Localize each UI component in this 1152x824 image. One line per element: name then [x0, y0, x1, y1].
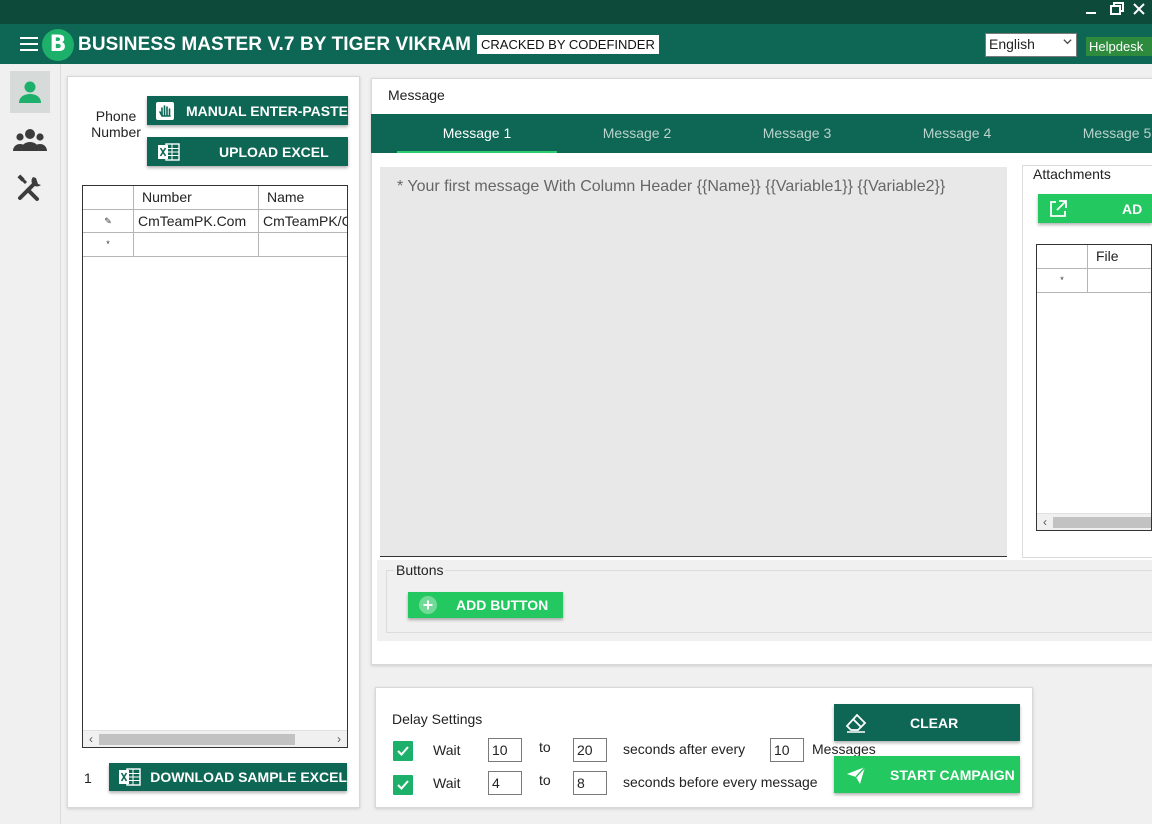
- manual-enter-paste-label: MANUAL ENTER-PASTE: [185, 102, 348, 119]
- add-attachment-button[interactable]: AD: [1038, 194, 1152, 223]
- message-textarea[interactable]: * Your first message With Column Header …: [380, 167, 1007, 557]
- add-button-label: ADD BUTTON: [456, 597, 549, 613]
- tab-message-1[interactable]: Message 1: [397, 114, 557, 153]
- message-tabs: Message 1 Message 2 Message 3 Message 4 …: [371, 114, 1152, 153]
- clear-label: CLEAR: [910, 714, 959, 731]
- tab-message-5[interactable]: Message 5: [1037, 114, 1152, 153]
- buttons-label: Buttons: [394, 562, 446, 578]
- tools-icon: [17, 174, 41, 201]
- language-select[interactable]: English: [985, 33, 1077, 57]
- scroll-thumb[interactable]: [99, 734, 295, 745]
- delay-after-checkbox[interactable]: [393, 741, 413, 761]
- row-count: 1: [84, 770, 92, 786]
- attachments-label: Attachments: [1031, 166, 1113, 182]
- delay-after-max-input[interactable]: 20: [573, 738, 607, 762]
- attachments-grid[interactable]: File * ‹: [1036, 244, 1152, 531]
- to-label: to: [539, 772, 551, 788]
- add-button-button[interactable]: ADD BUTTON: [408, 592, 563, 618]
- minimize-icon[interactable]: [1080, 2, 1102, 19]
- excel-icon: [155, 142, 183, 161]
- close-icon[interactable]: [1128, 2, 1150, 19]
- seconds-before-every-message-label: seconds before every message: [623, 774, 818, 790]
- table-cell-name-new[interactable]: [259, 233, 347, 257]
- manual-enter-paste-button[interactable]: MANUAL ENTER-PASTE: [147, 96, 348, 125]
- messages-label: Messages: [812, 741, 876, 757]
- helpdesk-link[interactable]: Helpdesk: [1086, 37, 1152, 56]
- excel-icon: [117, 768, 142, 786]
- external-link-icon: [1044, 199, 1072, 219]
- delay-before-min-input[interactable]: 4: [488, 771, 522, 795]
- hand-icon: [155, 101, 176, 121]
- delay-before-checkbox[interactable]: [393, 775, 413, 795]
- column-header-file[interactable]: File: [1088, 245, 1151, 269]
- phone-number-label: Phone Number: [91, 108, 141, 140]
- tab-message-3[interactable]: Message 3: [717, 114, 877, 153]
- plus-circle-icon: [414, 595, 442, 615]
- row-header-new[interactable]: *: [1037, 269, 1088, 293]
- upload-excel-button[interactable]: UPLOAD EXCEL: [147, 137, 348, 166]
- nav-item-tools[interactable]: [10, 167, 50, 209]
- scroll-right-icon[interactable]: ›: [331, 731, 347, 747]
- app-logo: B: [42, 29, 74, 61]
- checkmark-icon: [397, 780, 409, 790]
- scroll-left-icon[interactable]: ‹: [1037, 514, 1053, 530]
- add-attachment-label: AD: [1122, 200, 1143, 217]
- column-header-number[interactable]: Number: [134, 186, 259, 210]
- horizontal-scrollbar[interactable]: ‹ ›: [83, 730, 347, 747]
- eraser-icon: [842, 713, 870, 733]
- person-icon: [19, 81, 41, 103]
- checkmark-icon: [397, 746, 409, 756]
- nav-item-contacts[interactable]: [10, 71, 50, 113]
- start-campaign-button[interactable]: START CAMPAIGN: [834, 756, 1020, 793]
- table-cell-file[interactable]: [1088, 269, 1151, 293]
- message-header: Message: [388, 87, 445, 103]
- wait-label: Wait: [433, 742, 461, 758]
- grid-corner: [83, 186, 134, 210]
- message-count-input[interactable]: 10: [770, 738, 804, 762]
- to-label: to: [539, 739, 551, 755]
- column-header-name[interactable]: Name: [259, 186, 347, 210]
- download-sample-excel-button[interactable]: DOWNLOAD SAMPLE EXCEL: [109, 763, 347, 791]
- upload-excel-label: UPLOAD EXCEL: [219, 143, 329, 160]
- language-value: English: [989, 36, 1035, 52]
- horizontal-scrollbar[interactable]: ‹: [1037, 513, 1151, 530]
- app-title: BUSINESS MASTER V.7 BY TIGER VIKRAM: [78, 34, 472, 55]
- group-icon: [13, 129, 47, 151]
- wait-label: Wait: [433, 775, 461, 791]
- scroll-thumb[interactable]: [1053, 517, 1151, 528]
- delay-before-max-input[interactable]: 8: [573, 771, 607, 795]
- window-top-strip: [0, 0, 1152, 24]
- table-cell-number[interactable]: CmTeamPK.Com: [134, 210, 259, 233]
- grid-corner: [1037, 245, 1088, 269]
- restore-icon[interactable]: [1106, 2, 1128, 20]
- cracked-badge: CRACKED BY CODEFINDER: [477, 35, 659, 54]
- table-cell-number-new[interactable]: [134, 233, 259, 257]
- tab-message-4[interactable]: Message 4: [877, 114, 1037, 153]
- menu-icon[interactable]: [20, 37, 38, 51]
- send-icon: [842, 765, 870, 785]
- download-sample-excel-label: DOWNLOAD SAMPLE EXCEL: [150, 769, 347, 785]
- tab-message-2[interactable]: Message 2: [557, 114, 717, 153]
- seconds-after-every-label: seconds after every: [623, 741, 746, 757]
- chevron-down-icon: [1062, 36, 1073, 50]
- delay-after-min-input[interactable]: 10: [488, 738, 522, 762]
- start-campaign-label: START CAMPAIGN: [890, 766, 1015, 783]
- nav-item-groups[interactable]: [10, 119, 50, 161]
- delay-settings-label: Delay Settings: [392, 711, 483, 727]
- clear-button[interactable]: CLEAR: [834, 704, 1020, 741]
- scroll-left-icon[interactable]: ‹: [83, 731, 99, 747]
- table-cell-name[interactable]: CmTeamPK/C: [259, 210, 347, 233]
- contacts-grid[interactable]: Number Name ✎ CmTeamPK.Com CmTeamPK/C * …: [82, 185, 348, 748]
- row-header-new[interactable]: *: [83, 233, 134, 257]
- row-header-edit[interactable]: ✎: [83, 210, 134, 233]
